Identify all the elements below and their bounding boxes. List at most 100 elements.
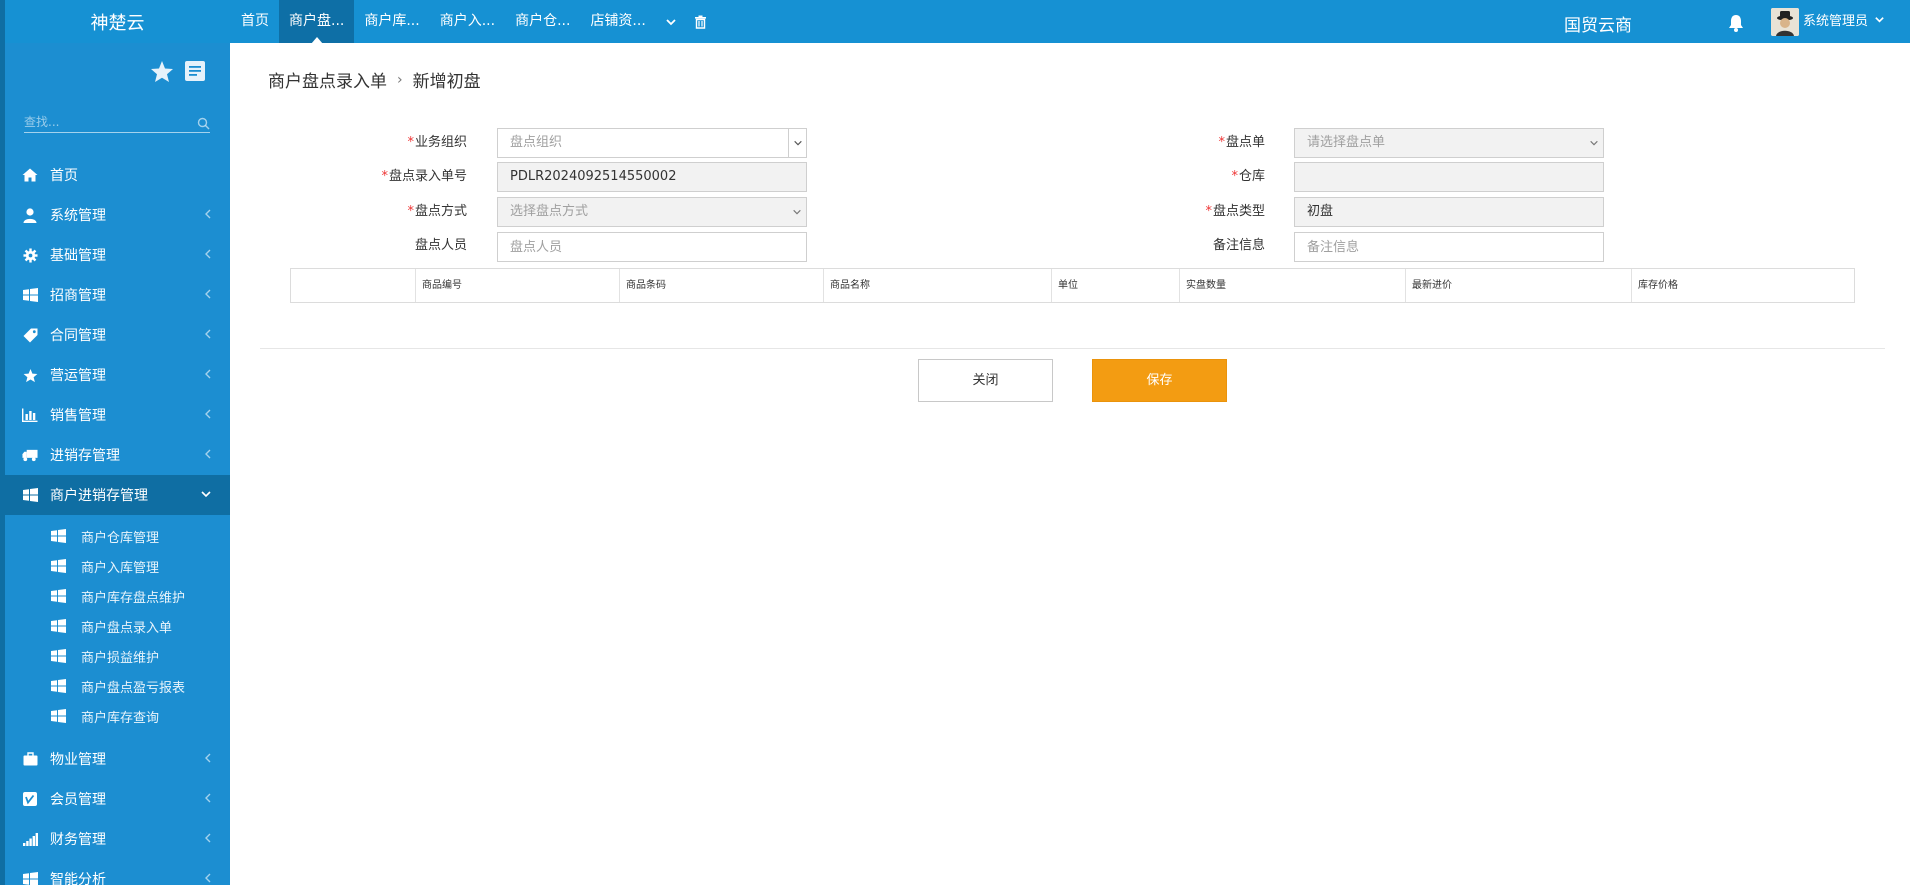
sidebar-item-label: 会员管理 [50,792,106,808]
tab-stocktake-entry[interactable]: 商户盘... [279,0,355,44]
trash-icon[interactable] [686,0,716,43]
submenu-item-label: 商户盘点录入单 [81,620,173,636]
chevron-left-icon [204,208,212,224]
brand-title[interactable]: 神楚云 [5,0,230,43]
favorites-star-icon[interactable] [150,60,174,87]
org-select[interactable]: 盘点组织 [497,128,807,158]
person-label: 盘点人员 [414,238,467,253]
warehouse-label: *仓库 [1231,169,1265,184]
breadcrumb-parent[interactable]: 商户盘点录入单 [268,67,387,92]
sidebar-item-investment[interactable]: 招商管理 [5,275,230,315]
tab-merchant-inventory[interactable]: 商户库... [354,0,429,43]
grid-header-select [291,269,416,302]
sidebar-item-label: 系统管理 [50,208,106,224]
sidebar-item-label: 智能分析 [50,872,106,885]
briefcase-icon [22,751,38,767]
sidebar-item-inventory[interactable]: 进销存管理 [5,435,230,475]
top-header: 神楚云 首页 商户盘... 商户库... 商户入... 商户仓... 店铺资..… [0,0,1910,44]
save-button[interactable]: 保存 [1092,359,1227,402]
person-input[interactable] [497,232,807,262]
submenu-item-merchant-inbound[interactable]: 商户入库管理 [5,551,230,581]
sheet-select[interactable]: 请选择盘点单 [1294,128,1604,158]
search-icon[interactable] [197,115,210,134]
method-select[interactable]: 选择盘点方式 [497,197,807,227]
submenu-item-label: 商户盘点盈亏报表 [81,680,186,696]
tabs-dropdown-icon[interactable] [656,0,686,43]
tab-home[interactable]: 首页 [231,0,279,43]
chevron-down-icon [1585,129,1603,157]
warehouse-field [1294,162,1604,192]
sidebar-item-sales[interactable]: 销售管理 [5,395,230,435]
windows-icon [51,709,67,723]
grid-header-actual-qty[interactable]: 实盘数量 [1180,269,1406,302]
windows-icon [51,589,67,603]
sidebar-item-label: 进销存管理 [50,448,120,464]
chevron-left-icon [204,408,212,424]
tab-merchant-warehouse[interactable]: 商户仓... [505,0,580,43]
windows-icon [22,487,38,503]
sidebar-item-finance[interactable]: 财务管理 [5,819,230,859]
submenu-item-profit-loss[interactable]: 商户损益维护 [5,641,230,671]
chevron-left-icon [204,248,212,264]
chevron-left-icon [204,872,212,885]
chevron-down-icon [1874,1,1885,43]
grid-header-unit[interactable]: 单位 [1052,269,1180,302]
tag-icon [22,327,38,343]
chevron-left-icon [204,792,212,808]
sidebar-item-operations[interactable]: 营运管理 [5,355,230,395]
bell-icon[interactable] [1726,13,1746,33]
breadcrumb-current: 新增初盘 [412,72,481,92]
breadcrumb: 商户盘点录入单 › 新增初盘 [268,67,481,93]
sidebar-item-contract[interactable]: 合同管理 [5,315,230,355]
submenu-item-merchant-warehouse[interactable]: 商户仓库管理 [5,521,230,551]
chevron-left-icon [204,288,212,304]
windows-icon [51,679,67,693]
bar-chart-icon [22,407,38,423]
sidebar-item-label: 合同管理 [50,328,106,344]
submenu-item-label: 商户损益维护 [81,650,160,666]
form-divider [260,348,1885,349]
sidebar-item-property[interactable]: 物业管理 [5,739,230,779]
submenu-item-inventory-query[interactable]: 商户库存查询 [5,701,230,731]
sidebar-item-label: 营运管理 [50,368,106,384]
sidebar-item-merchant-inventory[interactable]: 商户进销存管理 [5,475,230,515]
close-button[interactable]: 关闭 [918,359,1053,402]
submenu-item-stocktake-report[interactable]: 商户盘点盈亏报表 [5,671,230,701]
chevron-left-icon [204,752,212,768]
search-input[interactable] [24,111,189,133]
submenu-item-label: 商户仓库管理 [81,530,160,546]
submenu-item-label: 商户入库管理 [81,560,160,576]
windows-icon [51,649,67,663]
notes-icon[interactable] [184,60,206,87]
submenu-item-label: 商户库存盘点维护 [81,590,186,606]
tab-merchant-inbound[interactable]: 商户入... [430,0,505,43]
submenu-item-label: 商户库存查询 [81,710,160,726]
sidebar-item-basic[interactable]: 基础管理 [5,235,230,275]
sheet-label: *盘点单 [1218,135,1265,150]
grid-header-product-name[interactable]: 商品名称 [824,269,1052,302]
submenu-item-stocktake-entry[interactable]: 商户盘点录入单 [5,611,230,641]
user-menu[interactable]: 系统管理员 [1803,0,1885,43]
org-label: *业务组织 [407,135,467,150]
avatar[interactable] [1771,8,1799,36]
grid-header-barcode[interactable]: 商品条码 [620,269,824,302]
windows-icon [51,619,67,633]
sidebar-item-system[interactable]: 系统管理 [5,195,230,235]
grid-header-stock-price[interactable]: 库存价格 [1632,269,1854,302]
star-icon [22,367,38,383]
grid-header-latest-price[interactable]: 最新进价 [1406,269,1632,302]
submenu-item-stocktake-maintenance[interactable]: 商户库存盘点维护 [5,581,230,611]
chevron-down-icon [200,488,212,504]
sidebar-item-analytics[interactable]: 智能分析 [5,859,230,885]
windows-icon [22,871,38,885]
signal-icon [22,831,38,847]
grid-header-product-code[interactable]: 商品编号 [416,269,620,302]
sidebar-item-home[interactable]: 首页 [5,155,230,195]
sidebar-item-label: 财务管理 [50,832,106,848]
type-label: *盘点类型 [1205,204,1265,219]
user-icon [22,207,38,223]
sidebar-item-member[interactable]: 会员管理 [5,779,230,819]
chevron-left-icon [204,328,212,344]
tab-store-info[interactable]: 店铺资... [580,0,655,43]
remark-input[interactable] [1294,232,1604,262]
